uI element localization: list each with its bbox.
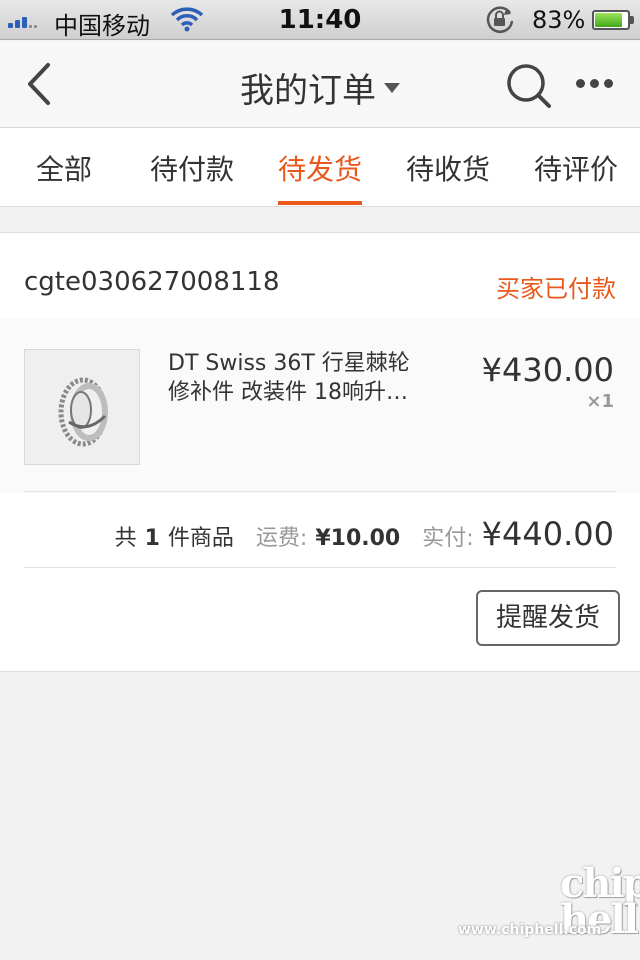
divider <box>24 567 616 568</box>
order-status: 买家已付款 <box>496 275 616 303</box>
tab-all[interactable]: 全部 <box>0 148 128 188</box>
paid-label: 实付: <box>422 526 474 551</box>
tab-pending-review[interactable]: 待评价 <box>512 148 640 188</box>
order-tabs: 全部 待付款 待发货 待收货 待评价 <box>0 128 640 207</box>
product-price: ¥430.00 <box>481 351 614 389</box>
order-number: cgte030627008118 <box>24 267 280 297</box>
shipping-fee: ¥10.00 <box>315 526 401 551</box>
divider <box>24 491 616 492</box>
order-summary: 共 1 件商品 运费: ¥10.00 实付: ¥440.00 <box>115 515 614 553</box>
paid-total: ¥440.00 <box>481 515 614 553</box>
tab-pending-shipment[interactable]: 待发货 <box>256 148 384 188</box>
product-title-line1: DT Swiss 36T 行星棘轮 <box>168 351 410 376</box>
more-dots-icon[interactable] <box>576 79 613 88</box>
battery-fill <box>595 13 622 27</box>
status-bar: 中国移动 11:40 83% <box>0 0 640 40</box>
product-item[interactable]: DT Swiss 36T 行星棘轮 修补件 改装件 18响升… ¥430.00 … <box>0 319 640 493</box>
rotation-lock-icon <box>484 5 516 39</box>
battery-icon <box>592 10 634 30</box>
battery-percent: 83% <box>532 6 586 34</box>
watermark-url: www.chiphell.com <box>458 922 602 938</box>
page-title-label: 我的订单 <box>240 71 376 111</box>
item-count: 1 <box>144 526 160 551</box>
active-tab-indicator <box>278 201 362 205</box>
nav-bar: 我的订单 <box>0 41 640 128</box>
product-quantity: ×1 <box>586 391 614 412</box>
product-title-line2: 修补件 改装件 18响升… <box>168 380 408 405</box>
product-title[interactable]: DT Swiss 36T 行星棘轮 修补件 改装件 18响升… <box>168 349 438 407</box>
shipping-label: 运费: <box>255 526 308 551</box>
tab-pending-payment[interactable]: 待付款 <box>128 148 256 188</box>
order-card[interactable]: cgte030627008118 买家已付款 DT Swiss 36T 行星棘轮… <box>0 232 640 672</box>
search-icon[interactable] <box>504 61 554 111</box>
product-thumbnail[interactable] <box>24 349 140 465</box>
count-prefix: 共 <box>114 526 137 551</box>
caret-down-icon <box>384 82 400 93</box>
tab-pending-receipt[interactable]: 待收货 <box>384 148 512 188</box>
remind-shipment-button[interactable]: 提醒发货 <box>476 590 620 646</box>
count-suffix: 件商品 <box>167 526 234 551</box>
